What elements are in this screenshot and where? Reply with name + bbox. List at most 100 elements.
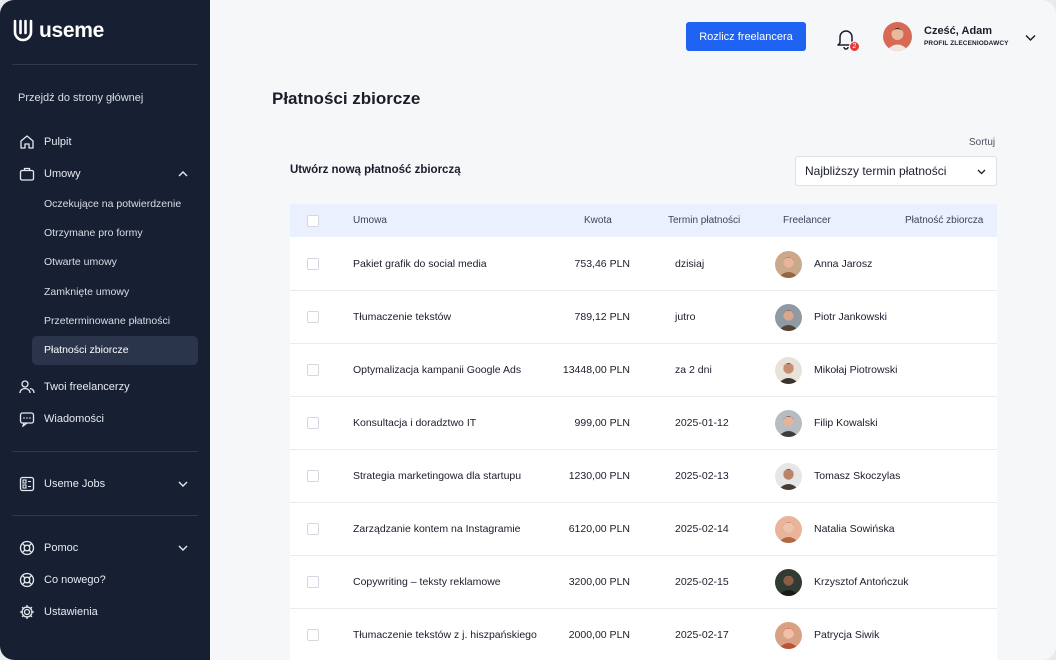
contract-name[interactable]: Strategia marketingowa dla startupu	[353, 470, 521, 482]
table-row[interactable]: Tłumaczenie tekstów z j. hiszpańskiego 2…	[290, 609, 997, 660]
contract-name[interactable]: Konsultacja i doradztwo IT	[353, 417, 476, 429]
home-link[interactable]: Przejdź do strony głównej	[18, 92, 143, 104]
due-date: 2025-02-17	[675, 629, 729, 641]
table-row[interactable]: Pakiet grafik do social media 753,46 PLN…	[290, 238, 997, 291]
freelancer-name[interactable]: Natalia Sowińska	[814, 523, 895, 535]
page-title: Płatności zbiorcze	[272, 89, 421, 108]
sidebar-item-label: Useme Jobs	[44, 478, 106, 490]
avatar[interactable]	[883, 22, 912, 51]
sidebar-item-settings[interactable]: Ustawienia	[18, 602, 192, 622]
table-row[interactable]: Konsultacja i doradztwo IT 999,00 PLN 20…	[290, 397, 997, 450]
user-greeting[interactable]: Cześć, Adam	[924, 25, 992, 37]
sort-label: Sortuj	[969, 137, 996, 148]
sidebar-subitem-proforma[interactable]: Otrzymane pro formy	[44, 227, 143, 239]
table-row[interactable]: Tłumaczenie tekstów 789,12 PLN jutro Pio…	[290, 291, 997, 344]
freelancer-name[interactable]: Tomasz Skoczylas	[814, 470, 900, 482]
contract-name[interactable]: Optymalizacja kampanii Google Ads	[353, 364, 521, 376]
sidebar-item-useme-jobs[interactable]: Useme Jobs	[18, 474, 192, 494]
row-checkbox[interactable]	[307, 364, 319, 376]
due-date: jutro	[675, 311, 696, 323]
table-row[interactable]: Copywriting – teksty reklamowe 3200,00 P…	[290, 556, 997, 609]
freelancer-avatar	[775, 251, 802, 278]
column-header-freelancer[interactable]: Freelancer	[783, 215, 831, 226]
freelancer-avatar	[775, 304, 802, 331]
amount: 6120,00 PLN	[568, 523, 630, 535]
brand-logo[interactable]: useme	[12, 17, 104, 45]
sidebar-divider	[12, 451, 198, 452]
sidebar-subitem-pending[interactable]: Oczekujące na potwierdzenie	[44, 198, 181, 210]
sidebar-item-label: Wiadomości	[44, 413, 104, 425]
chevron-up-icon[interactable]	[176, 167, 190, 181]
sidebar-subitem-closed[interactable]: Zamknięte umowy	[44, 286, 129, 298]
select-all-checkbox[interactable]	[307, 215, 319, 227]
chevron-down-icon[interactable]	[1023, 30, 1038, 45]
sidebar-item-freelancers[interactable]: Twoi freelancerzy	[18, 377, 192, 397]
sidebar-item-label: Pulpit	[44, 136, 72, 148]
column-header-amount[interactable]: Kwota	[584, 215, 612, 226]
contract-name[interactable]: Pakiet grafik do social media	[353, 258, 487, 270]
table-row[interactable]: Zarządzanie kontem na Instagramie 6120,0…	[290, 503, 997, 556]
sidebar-divider	[12, 64, 198, 65]
users-icon	[18, 378, 36, 396]
gear-icon	[18, 603, 36, 621]
contract-name[interactable]: Copywriting – teksty reklamowe	[353, 576, 501, 588]
table-header: Umowa Kwota Termin płatności Freelancer …	[290, 204, 997, 237]
column-header-contract[interactable]: Umowa	[353, 215, 387, 226]
chevron-down-icon[interactable]	[176, 541, 190, 555]
freelancer-name[interactable]: Mikołaj Piotrowski	[814, 364, 897, 376]
amount: 999,00 PLN	[574, 417, 630, 429]
sidebar-item-pulpit[interactable]: Pulpit	[18, 132, 192, 152]
contract-name[interactable]: Tłumaczenie tekstów	[353, 311, 451, 323]
sidebar-subitem-open[interactable]: Otwarte umowy	[44, 256, 117, 268]
create-bulk-payment-link[interactable]: Utwórz nową płatność zbiorczą	[290, 164, 461, 176]
row-checkbox[interactable]	[307, 470, 319, 482]
briefcase-icon	[18, 165, 36, 183]
column-header-bulk-payment[interactable]: Płatność zbiorcza	[905, 215, 983, 226]
amount: 753,46 PLN	[574, 258, 630, 270]
lifebuoy-icon	[18, 571, 36, 589]
due-date: za 2 dni	[675, 364, 712, 376]
freelancer-avatar	[775, 569, 802, 596]
bulk-payments-table: Umowa Kwota Termin płatności Freelancer …	[290, 204, 997, 660]
settle-freelancer-button[interactable]: Rozlicz freelancera	[686, 22, 806, 51]
row-checkbox[interactable]	[307, 311, 319, 323]
due-date: 2025-02-15	[675, 576, 729, 588]
amount: 1230,00 PLN	[568, 470, 630, 482]
row-checkbox[interactable]	[307, 523, 319, 535]
freelancer-name[interactable]: Krzysztof Antończuk	[814, 576, 909, 588]
freelancer-avatar	[775, 357, 802, 384]
sidebar-item-whats-new[interactable]: Co nowego?	[18, 570, 192, 590]
chevron-down-icon[interactable]	[176, 477, 190, 491]
sidebar-subitem-bulk-payments[interactable]: Płatności zbiorcze	[44, 344, 129, 356]
freelancer-name[interactable]: Piotr Jankowski	[814, 311, 887, 323]
chat-icon	[18, 410, 36, 428]
sidebar-item-umowy[interactable]: Umowy	[18, 164, 192, 184]
sidebar-item-label: Pomoc	[44, 542, 79, 554]
freelancer-name[interactable]: Patrycja Siwik	[814, 629, 879, 641]
amount: 789,12 PLN	[574, 311, 630, 323]
amount: 3200,00 PLN	[568, 576, 630, 588]
column-header-due-date[interactable]: Termin płatności	[668, 215, 740, 226]
sidebar-subitem-overdue[interactable]: Przeterminowane płatności	[44, 315, 170, 327]
row-checkbox[interactable]	[307, 258, 319, 270]
sidebar-item-messages[interactable]: Wiadomości	[18, 409, 192, 429]
useme-logo-icon	[13, 19, 33, 42]
table-row[interactable]: Strategia marketingowa dla startupu 1230…	[290, 450, 997, 503]
sidebar-item-label: Co nowego?	[44, 574, 106, 586]
sort-select[interactable]: Najbliższy termin płatności	[795, 156, 997, 186]
freelancer-avatar	[775, 410, 802, 437]
row-checkbox[interactable]	[307, 629, 319, 641]
row-checkbox[interactable]	[307, 576, 319, 588]
freelancer-name[interactable]: Filip Kowalski	[814, 417, 878, 429]
freelancer-name[interactable]: Anna Jarosz	[814, 258, 872, 270]
contract-name[interactable]: Zarządzanie kontem na Instagramie	[353, 523, 521, 535]
freelancer-avatar	[775, 463, 802, 490]
sidebar-item-help[interactable]: Pomoc	[18, 538, 192, 558]
due-date: 2025-01-12	[675, 417, 729, 429]
amount: 13448,00 PLN	[562, 364, 630, 376]
chevron-down-icon	[977, 169, 986, 175]
row-checkbox[interactable]	[307, 417, 319, 429]
table-row[interactable]: Optymalizacja kampanii Google Ads 13448,…	[290, 344, 997, 397]
freelancer-avatar	[775, 516, 802, 543]
contract-name[interactable]: Tłumaczenie tekstów z j. hiszpańskiego	[353, 629, 537, 641]
